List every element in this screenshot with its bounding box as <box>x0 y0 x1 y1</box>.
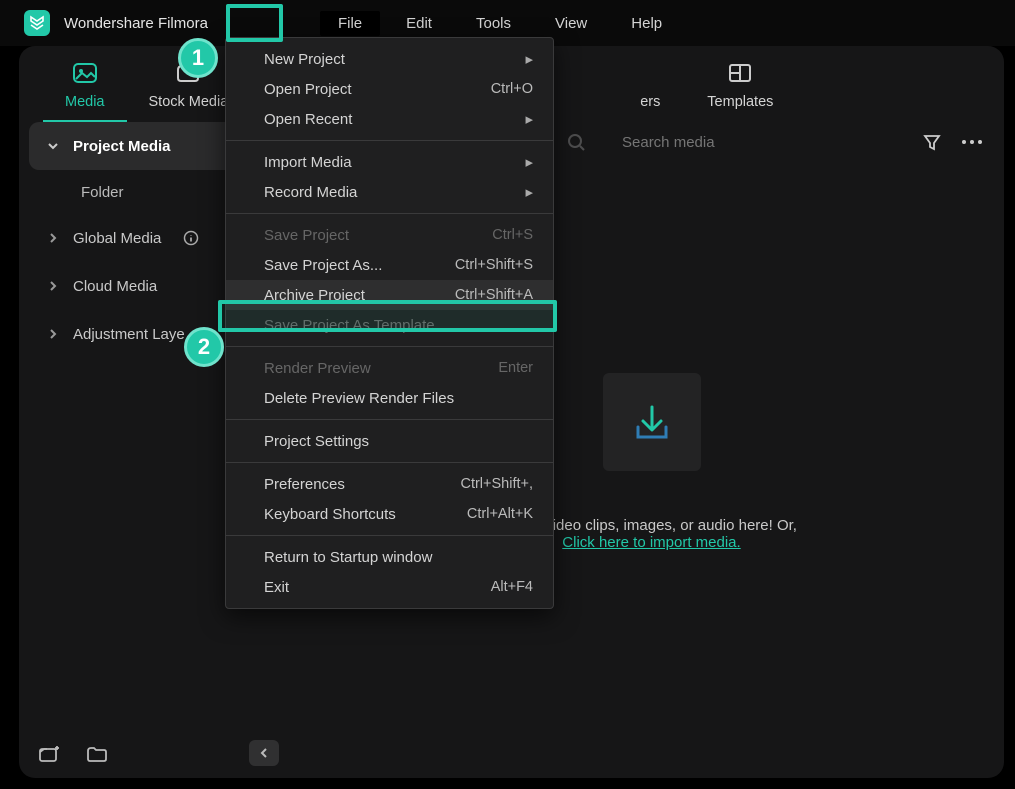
menu-render-preview: Render Preview Enter <box>226 353 553 383</box>
folder-icon[interactable] <box>85 742 109 766</box>
chevron-down-icon <box>47 140 59 152</box>
chevron-right-icon <box>47 328 59 340</box>
menu-delete-preview[interactable]: Delete Preview Render Files <box>226 383 553 413</box>
chevron-right-icon: ▸ <box>525 50 533 68</box>
filter-icon[interactable] <box>920 130 944 154</box>
stock-media-icon <box>175 60 201 86</box>
new-bin-icon[interactable] <box>37 742 61 766</box>
import-link[interactable]: Click here to import media. <box>562 534 740 551</box>
import-icon <box>603 373 701 471</box>
menu-return-startup[interactable]: Return to Startup window <box>226 542 553 572</box>
more-icon[interactable] <box>960 130 984 154</box>
menu-preferences[interactable]: Preferences Ctrl+Shift+, <box>226 469 553 499</box>
chevron-right-icon: ▸ <box>525 110 533 128</box>
tab-partial-ers[interactable]: ers <box>637 60 685 122</box>
app-title: Wondershare Filmora <box>64 15 208 32</box>
menu-keyboard-shortcuts[interactable]: Keyboard Shortcuts Ctrl+Alt+K <box>226 499 553 529</box>
tab-label: ers <box>640 94 660 110</box>
tab-templates[interactable]: Templates <box>685 60 795 122</box>
sidebar-label: Cloud Media <box>73 278 157 295</box>
menu-separator <box>226 140 553 141</box>
file-dropdown: New Project ▸ Open Project Ctrl+O Open R… <box>225 37 554 609</box>
tab-label: Media <box>65 94 105 110</box>
menu-project-settings[interactable]: Project Settings <box>226 426 553 456</box>
menu-separator <box>226 419 553 420</box>
sidebar-label: Adjustment Laye <box>73 326 185 343</box>
search-icon <box>566 132 586 152</box>
chevron-right-icon <box>47 280 59 292</box>
menu-separator <box>226 535 553 536</box>
menu-save-project: Save Project Ctrl+S <box>226 220 553 250</box>
menu-open-project[interactable]: Open Project Ctrl+O <box>226 74 553 104</box>
bottombar <box>37 742 109 766</box>
sidebar-label: Project Media <box>73 138 171 155</box>
chevron-right-icon: ▸ <box>525 183 533 201</box>
menu-new-project[interactable]: New Project ▸ <box>226 44 553 74</box>
tab-media[interactable]: Media <box>43 60 127 122</box>
sidebar-label: Global Media <box>73 230 161 247</box>
menubar-edit[interactable]: Edit <box>388 11 450 36</box>
searchrow <box>566 122 984 162</box>
menu-open-recent[interactable]: Open Recent ▸ <box>226 104 553 134</box>
menu-separator <box>226 346 553 347</box>
chevron-right-icon: ▸ <box>525 153 533 171</box>
app-logo-icon <box>24 10 50 36</box>
chevron-right-icon <box>47 232 59 244</box>
menu-exit[interactable]: Exit Alt+F4 <box>226 572 553 602</box>
menu-separator <box>226 213 553 214</box>
menubar-view[interactable]: View <box>537 11 605 36</box>
menubar-tools[interactable]: Tools <box>458 11 529 36</box>
tab-label: Templates <box>707 94 773 110</box>
collapse-sidebar-button[interactable] <box>249 740 279 766</box>
menu-save-project-as[interactable]: Save Project As... Ctrl+Shift+S <box>226 250 553 280</box>
menu-archive-project[interactable]: Archive Project Ctrl+Shift+A <box>226 280 553 310</box>
menu-separator <box>226 462 553 463</box>
menu-save-template: Save Project As Template <box>226 310 553 340</box>
templates-icon <box>727 60 753 86</box>
media-icon <box>72 60 98 86</box>
info-icon <box>183 230 199 246</box>
menubar-help[interactable]: Help <box>613 11 680 36</box>
menu-record-media[interactable]: Record Media ▸ <box>226 177 553 207</box>
menubar-file[interactable]: File <box>320 11 380 36</box>
tab-label: Stock Media <box>149 94 229 110</box>
menu-import-media[interactable]: Import Media ▸ <box>226 147 553 177</box>
search-input[interactable] <box>602 134 904 151</box>
